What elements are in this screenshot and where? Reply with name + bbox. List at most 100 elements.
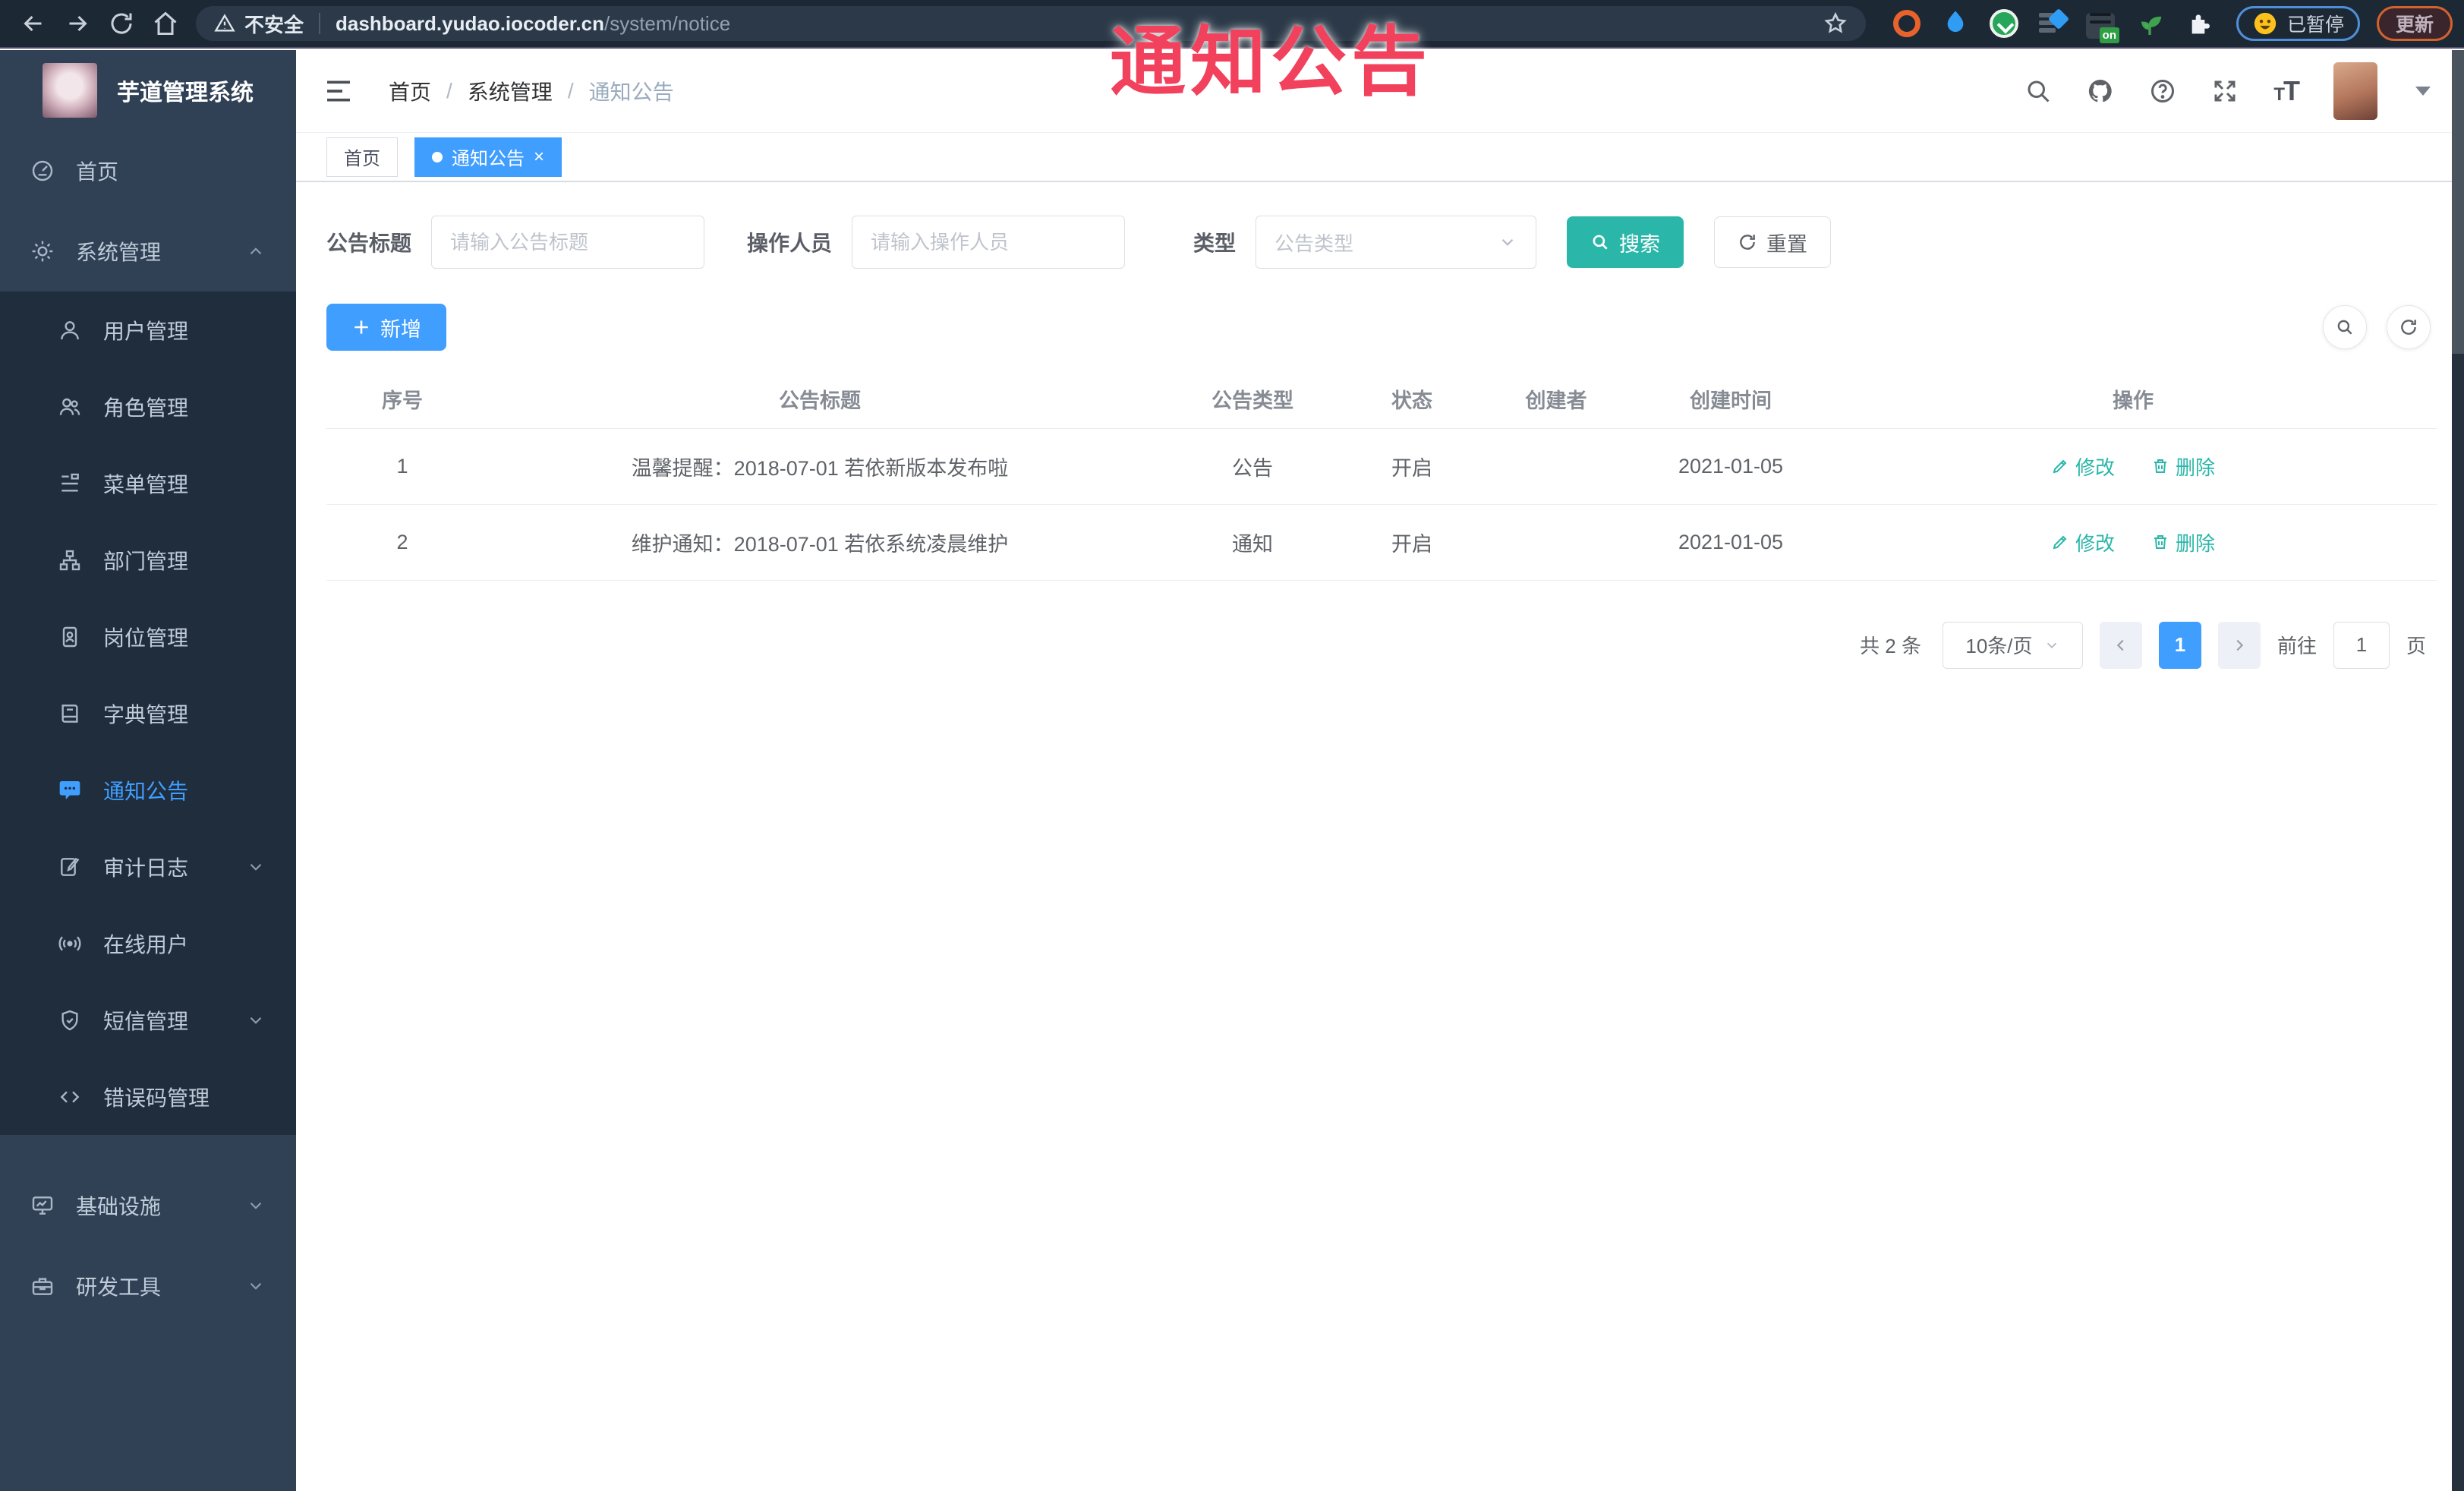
type-select[interactable]: 公告类型 (1256, 216, 1537, 269)
plus-icon (354, 320, 368, 334)
extensions-puzzle-icon[interactable] (2183, 8, 2214, 39)
code-icon (60, 1090, 80, 1103)
extension-drop-icon[interactable] (1940, 8, 1971, 39)
browser-scrollbar[interactable] (2452, 50, 2464, 1491)
sidebar-item-dev-tools[interactable]: 研发工具 (0, 1246, 296, 1326)
tree-list-icon (61, 473, 79, 492)
col-type: 公告类型 (1161, 370, 1344, 429)
avatar[interactable] (2333, 62, 2377, 120)
collapse-menu-icon[interactable] (323, 76, 354, 106)
breadcrumb-system[interactable]: 系统管理 (468, 76, 553, 106)
bookmark-star-icon[interactable] (1823, 11, 1848, 36)
warning-icon (214, 14, 235, 32)
forward-icon[interactable] (64, 10, 91, 37)
pencil-icon (2053, 535, 2067, 550)
edit-link[interactable]: 修改 (2051, 528, 2115, 556)
chevron-down-icon (250, 1017, 262, 1024)
monitor-chart-icon (32, 1196, 53, 1215)
scrollbar-thumb[interactable] (2452, 50, 2464, 354)
close-icon[interactable]: × (534, 147, 544, 166)
sidebar-item-users[interactable]: 用户管理 (0, 292, 296, 368)
pagination: 共 2 条 10条/页 1 前往 页 (326, 621, 2437, 669)
org-tree-icon (59, 550, 80, 570)
user-icon (61, 320, 79, 339)
page-size-select[interactable]: 10条/页 (1942, 621, 2083, 669)
reset-button[interactable]: 重置 (1714, 216, 1832, 268)
extension-sprout-icon[interactable] (2135, 8, 2165, 39)
sidebar-item-posts[interactable]: 岗位管理 (0, 598, 296, 675)
id-badge-icon (62, 626, 77, 647)
prev-page-button[interactable] (2099, 621, 2142, 669)
sidebar-item-menus[interactable]: 菜单管理 (0, 445, 296, 522)
sidebar-item-online-users[interactable]: 在线用户 (0, 905, 296, 982)
sidebar-item-home[interactable]: 首页 (0, 131, 296, 211)
home-icon[interactable] (152, 10, 179, 37)
extension-diamond-icon[interactable] (2037, 8, 2070, 39)
tag-home[interactable]: 首页 (326, 137, 398, 177)
sidebar-item-audit-log[interactable]: 审计日志 (0, 828, 296, 905)
chevron-down-icon (250, 863, 262, 871)
breadcrumb-current: 通知公告 (588, 80, 674, 104)
tags-bar: 首页 通知公告 × (296, 132, 2452, 182)
sidebar-item-notice[interactable]: 通知公告 (0, 752, 296, 828)
font-size-icon[interactable]: TT (2273, 75, 2300, 107)
toggle-search-button[interactable] (2323, 305, 2367, 349)
update-button[interactable]: 更新 (2377, 6, 2453, 41)
avatar-caret-icon[interactable] (2415, 87, 2431, 96)
omnibox-divider (319, 13, 321, 34)
profile-paused-badge[interactable]: 已暂停 (2236, 6, 2361, 41)
sidebar-item-roles[interactable]: 角色管理 (0, 368, 296, 445)
table-row: 1 温馨提醒：2018-07-01 若依新版本发布啦 公告 开启 2021-01… (326, 428, 2437, 505)
url-path: /system/notice (603, 11, 731, 35)
sidebar-item-system[interactable]: 系统管理 (0, 211, 296, 292)
table-row: 2 维护通知：2018-07-01 若依系统凌晨维护 通知 开启 2021-01… (326, 504, 2437, 581)
reload-icon[interactable] (108, 10, 135, 37)
goto-label: 前往 (2277, 635, 2317, 657)
back-icon[interactable] (20, 10, 47, 37)
extension-green-icon[interactable] (1989, 8, 2019, 39)
refresh-icon (1740, 235, 1755, 250)
sidebar-item-dict[interactable]: 字典管理 (0, 675, 296, 752)
search-button[interactable]: 搜索 (1567, 216, 1684, 268)
browser-chrome: 不安全 dashboard.yudao.iocoder.cn /system/n… (0, 0, 2464, 49)
address-bar[interactable]: 不安全 dashboard.yudao.iocoder.cn /system/n… (196, 6, 1866, 41)
col-index: 序号 (326, 370, 478, 429)
users-icon (59, 398, 80, 415)
page-number-1[interactable]: 1 (2158, 621, 2201, 669)
app-logo (43, 63, 97, 118)
app-logo-row[interactable]: 芋道管理系统 (0, 50, 296, 131)
extension-ring-icon[interactable] (1892, 8, 1922, 39)
sidebar-item-infra[interactable]: 基础设施 (0, 1165, 296, 1246)
extension-database-icon[interactable]: on (2086, 8, 2119, 43)
security-label: 不安全 (244, 13, 304, 36)
refresh-table-button[interactable] (2387, 305, 2431, 349)
sidebar-item-sms[interactable]: 短信管理 (0, 982, 296, 1058)
operator-filter-label: 操作人员 (747, 232, 833, 255)
add-button[interactable]: 新增 (326, 304, 446, 351)
trash-icon (2154, 459, 2166, 473)
operator-filter-input[interactable] (852, 216, 1126, 269)
title-filter-label: 公告标题 (326, 232, 412, 255)
fullscreen-icon[interactable] (2211, 77, 2239, 105)
sidebar-item-departments[interactable]: 部门管理 (0, 522, 296, 598)
delete-link[interactable]: 删除 (2151, 528, 2215, 556)
title-filter-input[interactable] (431, 216, 705, 269)
sidebar-item-error-codes[interactable]: 错误码管理 (0, 1058, 296, 1135)
chevron-left-icon (2116, 639, 2124, 651)
goto-page-input[interactable] (2333, 621, 2390, 669)
edit-link[interactable]: 修改 (2051, 452, 2115, 481)
breadcrumb-home[interactable]: 首页 (389, 76, 431, 106)
system-submenu: 用户管理 角色管理 菜单管理 部门管理 岗位管理 字典管理 通知公告 审计日志 (0, 292, 296, 1135)
help-icon[interactable] (2149, 77, 2176, 105)
col-title: 公告标题 (478, 370, 1161, 429)
github-icon[interactable] (2087, 77, 2114, 105)
chevron-down-icon (250, 1282, 262, 1290)
table-header-row: 序号 公告标题 公告类型 状态 创建者 创建时间 操作 (326, 370, 2437, 429)
tag-notice[interactable]: 通知公告 × (414, 137, 562, 177)
shield-icon (61, 1010, 78, 1030)
search-icon[interactable] (2024, 77, 2052, 105)
delete-link[interactable]: 删除 (2151, 452, 2215, 481)
refresh-icon (2401, 320, 2416, 335)
toolbox-icon (32, 1278, 53, 1295)
next-page-button[interactable] (2217, 621, 2261, 669)
